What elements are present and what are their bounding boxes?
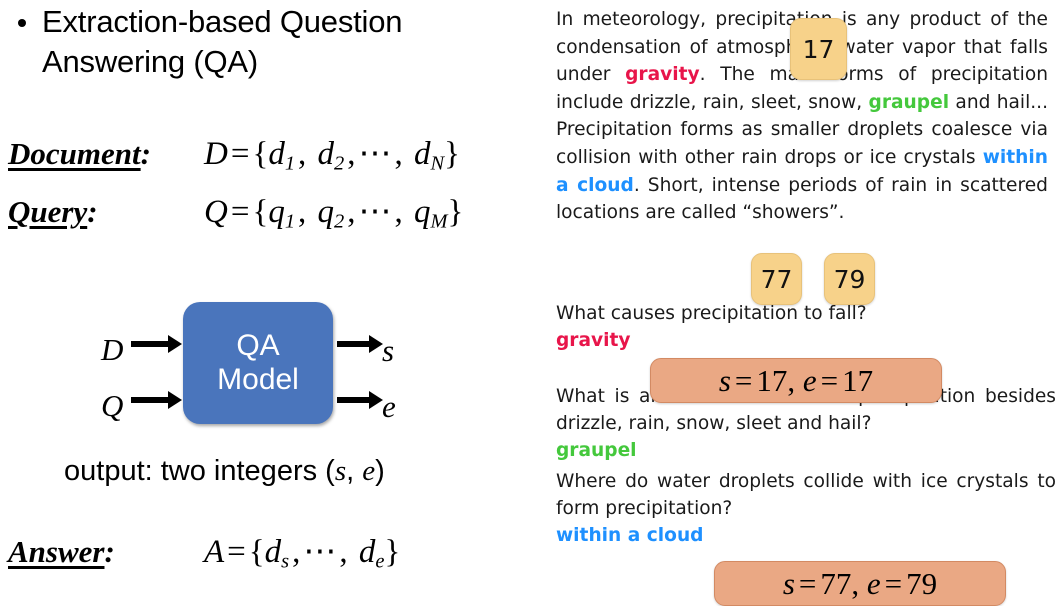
output-note-suffix: ): [375, 455, 385, 487]
qry-term-m-sub: M: [430, 210, 448, 233]
doc-term-2-sub: 2: [334, 152, 345, 175]
doc-eq: =: [230, 136, 250, 172]
diagram-output-end-symbol: e: [382, 389, 396, 424]
doc-term-2: d: [317, 136, 335, 172]
qa-model-box-line1: QA: [236, 328, 280, 362]
definition-document-label-text: Document: [8, 136, 141, 171]
definition-query: Query: Q={q1, q2,⋯, qM}: [8, 191, 463, 234]
span-answer-box-2: s = 77, e = 79: [714, 561, 1006, 606]
token-index-badge-79: 79: [824, 253, 875, 305]
ans-term-e: d: [358, 534, 376, 570]
definition-answer: Answer: A={ds,⋯, de}: [8, 531, 400, 574]
definition-query-math: Q={q1, q2,⋯, qM}: [204, 194, 464, 233]
bullet-item: Extraction-based Question Answering (QA): [18, 2, 518, 82]
arrow-model-to-start-icon: [337, 335, 383, 353]
doc-close-brace: }: [444, 136, 460, 172]
qa-answer-2: graupel: [556, 440, 637, 462]
definition-answer-label: Answer:: [8, 534, 204, 570]
bullet-label: Extraction-based Question Answering (QA): [42, 4, 403, 79]
qa-pair-1: What causes precipitation to fall? gravi…: [556, 300, 1056, 354]
definition-query-label: Query:: [8, 194, 204, 230]
output-note-var-end: e: [362, 455, 376, 487]
span2-sep: ,: [851, 565, 860, 601]
span1-e-value: 17: [842, 362, 874, 398]
span-answer-box-1: s = 17, e = 17: [650, 358, 942, 403]
span2-e-value: 79: [906, 565, 938, 601]
arrow-document-to-model-icon: [131, 335, 182, 353]
definition-answer-colon: :: [104, 534, 115, 569]
arrow-query-to-model-icon: [131, 391, 182, 409]
span1-s-label: s: [718, 362, 731, 398]
qa-question-3: Where do water droplets collide with ice…: [556, 471, 1056, 520]
span1-e-eq: =: [820, 362, 839, 398]
span2-e-label: e: [866, 565, 881, 601]
qa-question-1: What causes precipitation to fall?: [556, 303, 867, 324]
span1-sep: ,: [787, 362, 796, 398]
token-index-badge-77: 77: [751, 253, 802, 305]
output-note-var-start: s: [334, 455, 347, 487]
definition-document-math: D={d1, d2,⋯, dN}: [204, 136, 460, 175]
ans-dots: ⋯: [303, 534, 337, 570]
qa-answer-1: gravity: [556, 330, 631, 352]
qa-model-box: QA Model: [183, 302, 333, 424]
doc-term-n-sub: N: [430, 152, 445, 175]
ans-close-brace: }: [384, 534, 401, 570]
definition-document-label: Document:: [8, 136, 204, 172]
ans-open-brace: {: [248, 534, 265, 570]
token-index-badge-17: 17: [790, 18, 847, 80]
doc-term-1-sub: 1: [284, 152, 296, 175]
definition-answer-math: A={ds,⋯, de}: [204, 534, 401, 573]
doc-term-1: d: [268, 136, 285, 172]
qry-open-brace: {: [252, 194, 269, 230]
definition-query-colon: :: [87, 194, 98, 229]
ans-var: A: [204, 534, 225, 570]
definition-query-label-text: Query: [8, 194, 88, 229]
qry-dots: ⋯: [358, 194, 392, 230]
ans-eq: =: [227, 534, 246, 570]
arrow-model-to-end-icon: [337, 391, 383, 409]
span2-e-eq: =: [884, 565, 903, 601]
diagram-input-query-symbol: Q: [101, 388, 124, 423]
right-panel: In meteorology, precipitation is any pro…: [534, 0, 1062, 606]
qry-term-1: q: [268, 194, 285, 230]
definition-answer-label-text: Answer: [8, 534, 105, 569]
left-panel: Extraction-based Question Answering (QA)…: [0, 0, 534, 606]
span1-s-value: 17: [756, 362, 788, 398]
slide-root: Extraction-based Question Answering (QA)…: [0, 0, 1062, 606]
qry-var: Q: [204, 194, 228, 230]
qry-term-2-sub: 2: [334, 210, 345, 233]
definition-document: Document: D={d1, d2,⋯, dN}: [8, 133, 460, 176]
qa-model-box-line2: Model: [217, 363, 299, 396]
span2-s-eq: =: [798, 565, 817, 601]
qa-pair-3: Where do water droplets collide with ice…: [556, 468, 1056, 550]
qry-close-brace: }: [447, 194, 464, 230]
output-note-comma: ,: [346, 455, 363, 487]
ans-term-s-sub: s: [281, 550, 290, 573]
span2-s-label: s: [782, 565, 795, 601]
doc-open-brace: {: [252, 136, 269, 172]
span2-s-value: 77: [820, 565, 852, 601]
ans-term-s: d: [264, 534, 282, 570]
diagram-input-document-symbol: D: [101, 332, 124, 367]
passage-highlight-gravity: gravity: [625, 64, 700, 86]
qa-model-diagram: D Q QA Model s e: [0, 296, 534, 446]
qry-eq: =: [230, 194, 250, 230]
span1-e-label: e: [802, 362, 817, 398]
output-note: output: two integers (s, e): [64, 455, 385, 488]
qry-term-2: q: [317, 194, 335, 230]
output-note-prefix: output: two integers (: [64, 455, 335, 487]
span1-s-eq: =: [734, 362, 753, 398]
qa-answer-3: within a cloud: [556, 525, 704, 547]
doc-term-n: d: [414, 136, 431, 172]
qry-term-m: q: [414, 194, 431, 230]
diagram-output-start-symbol: s: [382, 333, 395, 368]
doc-var: D: [204, 136, 228, 172]
passage-highlight-graupel: graupel: [868, 91, 950, 113]
definition-document-colon: :: [140, 136, 151, 171]
doc-dots: ⋯: [358, 136, 392, 172]
bullet-dot-icon: [18, 19, 26, 27]
qry-term-1-sub: 1: [284, 210, 296, 233]
